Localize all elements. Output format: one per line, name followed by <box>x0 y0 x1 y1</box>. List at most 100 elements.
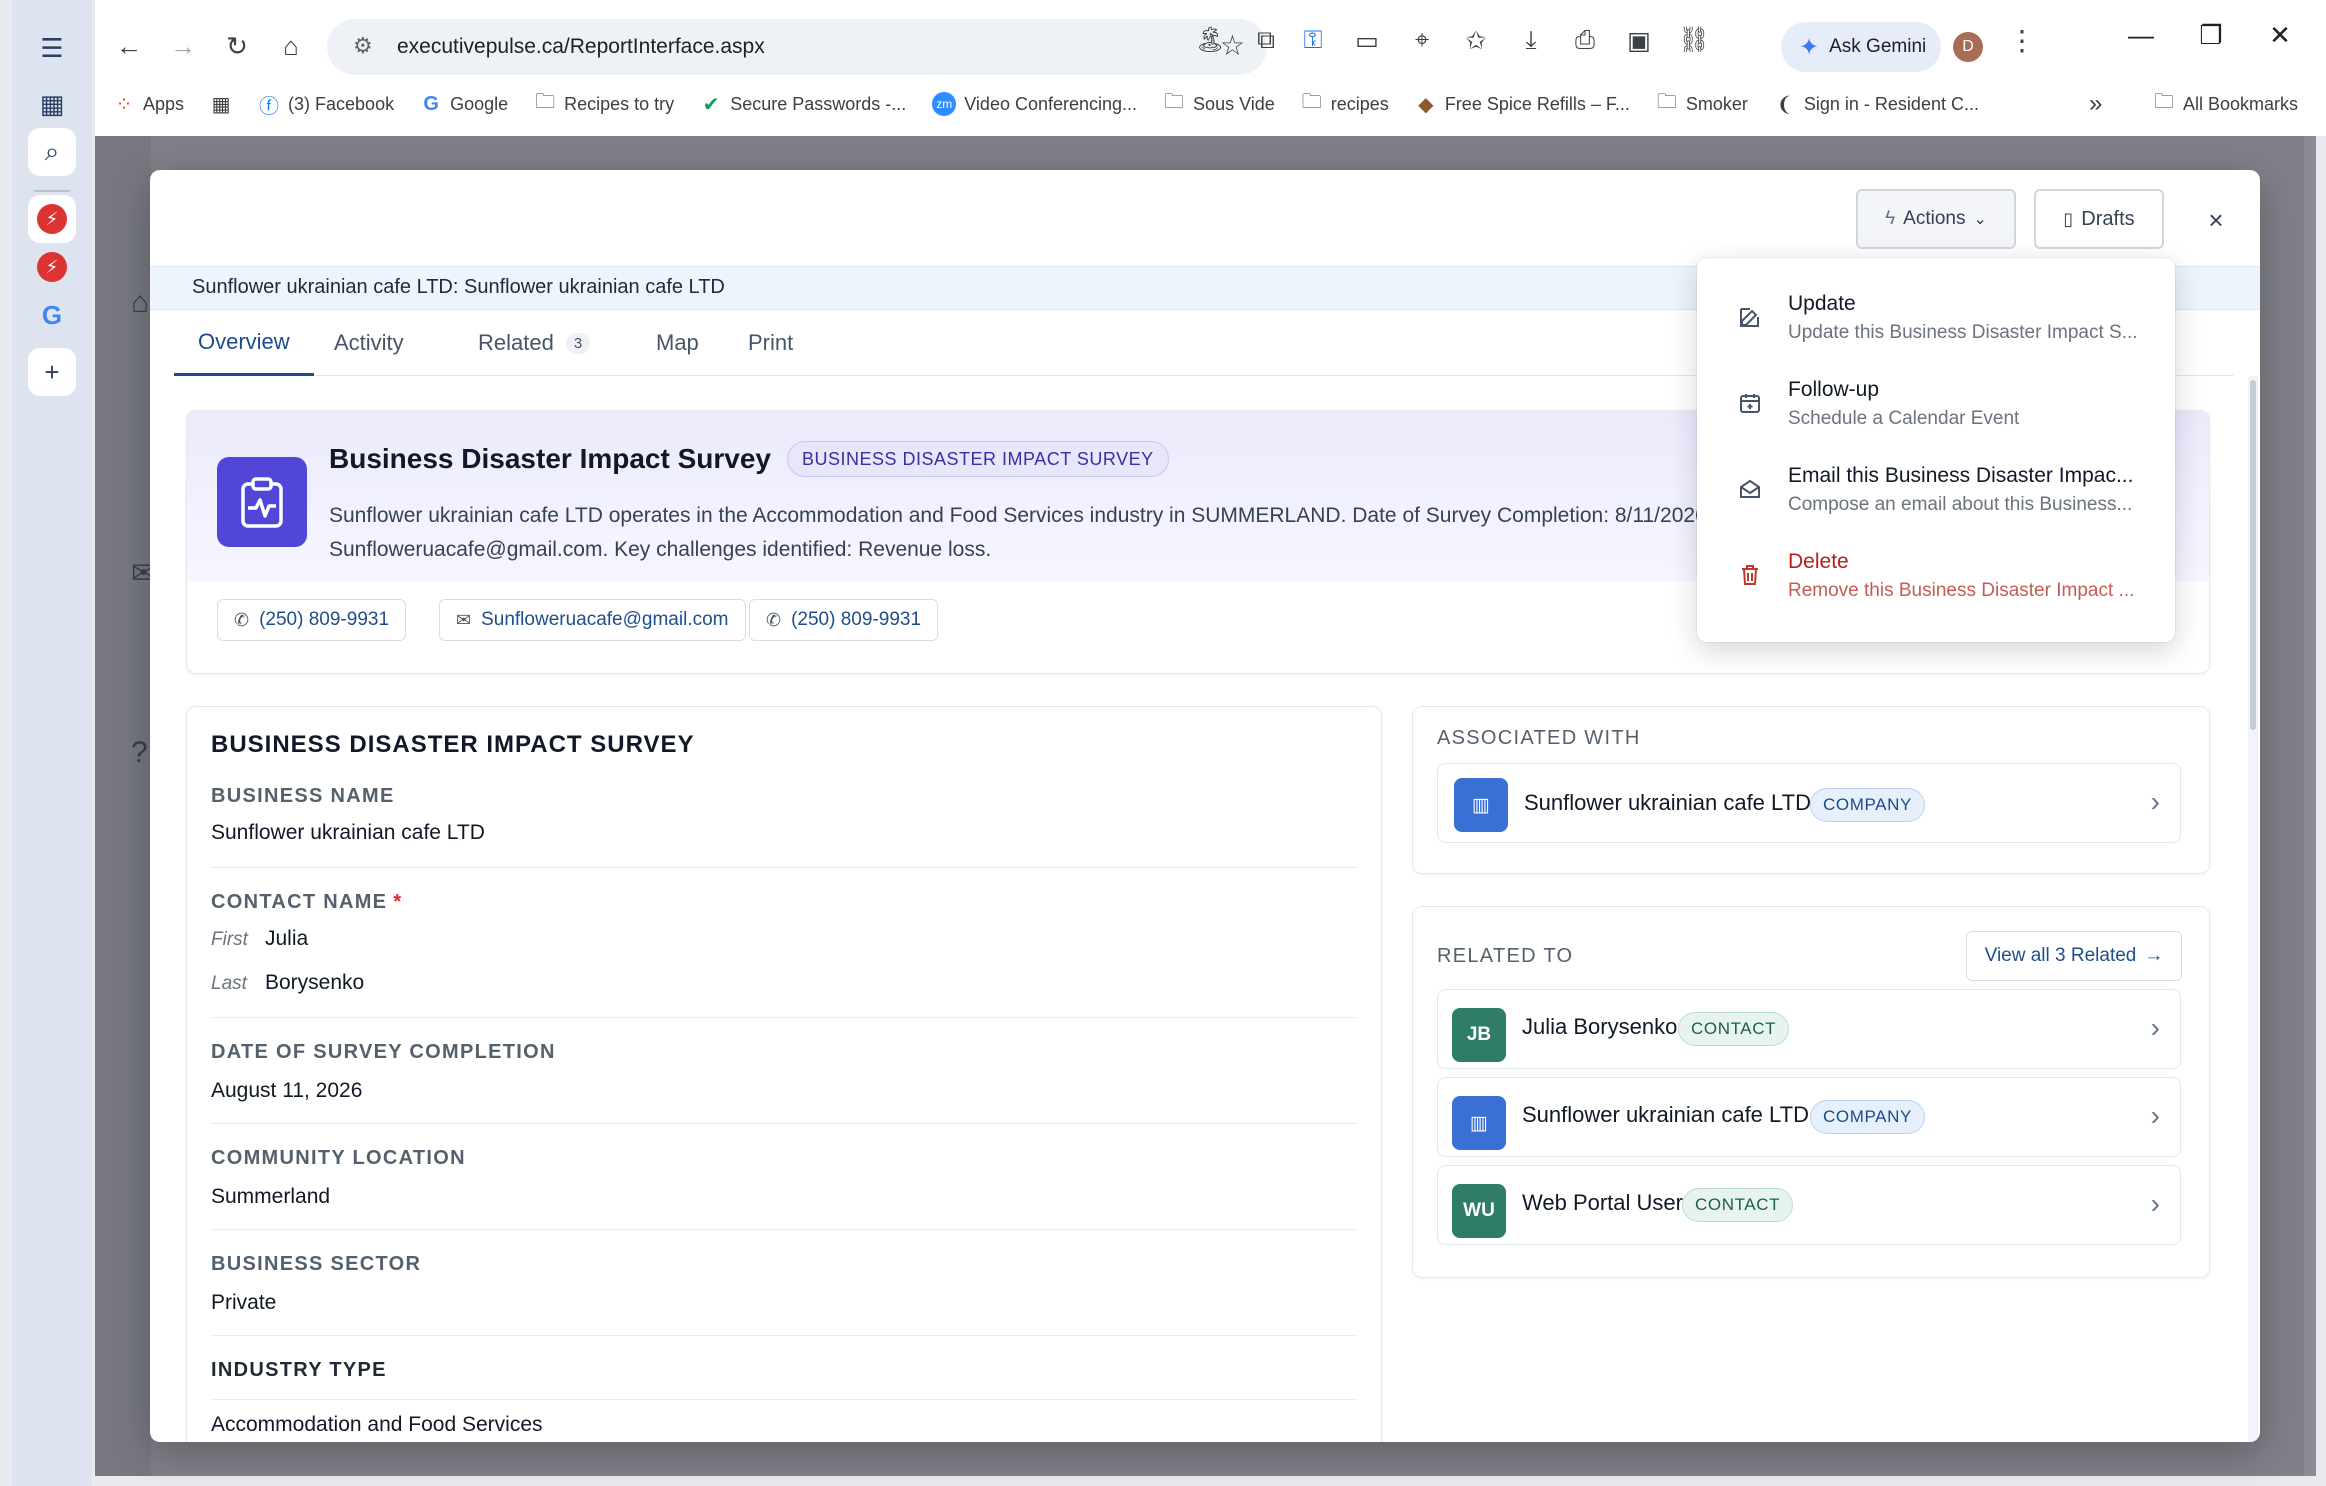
close-window-icon[interactable]: ✕ <box>2255 20 2305 51</box>
phone-chip[interactable]: ✆ (250) 809-9931 <box>217 599 407 641</box>
close-modal-icon[interactable]: × <box>2196 200 2236 240</box>
first-name-label: First <box>211 929 248 950</box>
link-icon[interactable]: ⛓ <box>1676 26 1712 55</box>
url-text[interactable]: executivepulse.ca/ReportInterface.aspx <box>397 35 765 59</box>
menu-item-title: Delete <box>1788 550 1849 573</box>
survey-description-line-1: Sunflower ukrainian cafe LTD operates in… <box>329 504 1713 527</box>
tab-related[interactable]: Related 3 <box>478 310 591 376</box>
zoom-icon: zm <box>932 92 957 116</box>
reading-list-icon[interactable]: ⌕ <box>28 128 76 176</box>
survey-details-heading: BUSINESS DISASTER IMPACT SURVEY <box>211 731 695 758</box>
gemini-label: Ask Gemini <box>1829 36 1927 57</box>
survey-description: Sunflower ukrainian cafe LTD operates in… <box>329 499 1729 567</box>
actions-button[interactable]: ϟ Actions ⌄ <box>1856 189 2016 249</box>
survey-title: Business Disaster Impact Survey <box>329 443 771 474</box>
related-row-sunflower-cafe[interactable]: ▥ Sunflower ukrainian cafe LTD COMPANY › <box>1437 1077 2181 1157</box>
qr-code-icon[interactable]: ▣ <box>1621 26 1657 56</box>
tab-map[interactable]: Map <box>656 310 699 376</box>
menu-item-desc: Update this Business Disaster Impact S..… <box>1788 322 2138 343</box>
trash-icon <box>1735 560 1765 590</box>
bookmark-apps[interactable]: ⁘ Apps <box>113 92 184 117</box>
bookmark-free-spice-refills[interactable]: ◆ Free Spice Refills – F... <box>1415 92 1630 117</box>
more-bookmarks-icon[interactable]: » <box>2089 90 2102 118</box>
app-help-icon: ? <box>131 736 148 769</box>
forward-icon[interactable]: → <box>161 24 205 68</box>
favorites-star-icon[interactable]: ✩ <box>1458 26 1494 56</box>
menu-item-desc: Compose an email about this Business... <box>1788 494 2133 515</box>
payment-card-icon[interactable]: ▭ <box>1349 26 1385 56</box>
associated-with-card: ASSOCIATED WITH ▥ Sunflower ukrainian ca… <box>1412 706 2210 874</box>
site-info-icon[interactable]: ⚙ <box>353 33 373 59</box>
bookmark-grid[interactable]: ▦ <box>210 92 232 117</box>
bookmark-sous-vide[interactable]: 🗀 Sous Vide <box>1163 87 1275 121</box>
related-name: Web Portal User <box>1522 1190 1683 1215</box>
side-panel-menu-icon[interactable]: ☰ <box>28 24 76 72</box>
chevron-right-icon: › <box>2150 1188 2160 1219</box>
location-pin-icon[interactable]: ⌖ <box>1404 26 1440 55</box>
tab-activity[interactable]: Activity <box>334 310 404 376</box>
minimize-icon[interactable]: — <box>2116 20 2166 51</box>
community-location-value: Summerland <box>211 1185 331 1208</box>
tab-print[interactable]: Print <box>748 310 793 376</box>
reload-icon[interactable]: ↻ <box>215 24 259 68</box>
grid-icon: ▦ <box>211 93 231 116</box>
address-bar[interactable]: ⚙ executivepulse.ca/ReportInterface.aspx… <box>327 19 1267 75</box>
bookmark-facebook[interactable]: ⓕ (3) Facebook <box>258 90 394 119</box>
modal-scrollbar-thumb[interactable] <box>2250 380 2256 730</box>
drafts-button[interactable]: ▯ Drafts <box>2034 189 2164 249</box>
related-count-badge: 3 <box>565 332 591 354</box>
bookmark-resident-sign-in[interactable]: ❨ Sign in - Resident C... <box>1774 92 1979 117</box>
bookmark-google[interactable]: G Google <box>420 93 508 116</box>
first-name-value: Julia <box>265 927 309 950</box>
related-row-julia-borysenko[interactable]: JB Julia Borysenko CONTACT › <box>1437 989 2181 1069</box>
chevron-right-icon: › <box>2150 1100 2160 1131</box>
browser-menu-icon[interactable]: ⋮ <box>2008 24 2036 57</box>
google-icon[interactable]: G <box>28 291 76 339</box>
pulse-app-icon-2[interactable]: ⚡ <box>28 243 76 291</box>
menu-item-delete[interactable]: Delete Remove this Business Disaster Imp… <box>1697 538 2175 624</box>
back-icon[interactable]: ← <box>107 24 151 68</box>
app-scrollbar <box>2304 136 2316 1476</box>
building-icon: ▥ <box>1454 778 1508 832</box>
add-app-icon[interactable]: + <box>28 348 76 396</box>
all-bookmarks[interactable]: 🗀 All Bookmarks <box>2153 87 2298 121</box>
print-icon[interactable]: ⎙ <box>1567 26 1603 55</box>
resident-icon: ❨ <box>1776 93 1794 116</box>
email-chip[interactable]: ✉ Sunfloweruacafe@gmail.com <box>439 599 746 641</box>
contact-tag: CONTACT <box>1682 1188 1794 1222</box>
download-icon[interactable]: ⤓ <box>1513 26 1549 55</box>
pulse-app-icon[interactable]: ⚡ <box>28 195 76 243</box>
contact-tag: CONTACT <box>1678 1012 1790 1046</box>
view-all-related-button[interactable]: View all 3 Related → <box>1966 931 2182 981</box>
survey-type-badge: BUSINESS DISASTER IMPACT SURVEY <box>787 441 1169 477</box>
bookmark-secure-passwords[interactable]: ✔ Secure Passwords -... <box>700 92 906 117</box>
phone-icon: ✆ <box>234 609 250 630</box>
restore-icon[interactable]: ❐ <box>2186 20 2236 51</box>
bookmark-recipes[interactable]: 🗀 recipes <box>1301 87 1389 121</box>
tab-overview[interactable]: Overview <box>174 310 314 376</box>
associated-company-row[interactable]: ▥ Sunflower ukrainian cafe LTD COMPANY › <box>1437 763 2181 843</box>
bookmark-recipes-to-try[interactable]: 🗀 Recipes to try <box>534 87 674 121</box>
divider <box>211 1017 1357 1018</box>
bookmark-video-conferencing[interactable]: zm Video Conferencing... <box>932 92 1137 116</box>
bookmark-smoker[interactable]: 🗀 Smoker <box>1656 87 1748 121</box>
building-icon: ▥ <box>1452 1096 1506 1150</box>
calendar-plus-icon <box>1735 388 1765 418</box>
extension-island-icon[interactable]: 🏝 <box>1192 26 1228 55</box>
home-icon[interactable]: ⌂ <box>269 24 313 68</box>
extensions-puzzle-icon[interactable]: ⧉ <box>1248 26 1284 55</box>
business-name-label: BUSINESS NAME <box>211 785 395 807</box>
menu-item-follow-up[interactable]: Follow-up Schedule a Calendar Event <box>1697 366 2175 452</box>
profile-avatar[interactable]: D <box>1953 32 1983 62</box>
menu-item-update[interactable]: Update Update this Business Disaster Imp… <box>1697 280 2175 366</box>
menu-item-email[interactable]: Email this Business Disaster Impac... Co… <box>1697 452 2175 538</box>
check-icon: ✔ <box>702 93 720 116</box>
business-sector-label: BUSINESS SECTOR <box>211 1253 422 1275</box>
mail-icon: ✉ <box>456 609 472 630</box>
tab-search-grid-icon[interactable]: ▦ <box>28 80 76 128</box>
related-row-web-portal-user[interactable]: WU Web Portal User CONTACT › <box>1437 1165 2181 1245</box>
ask-gemini-button[interactable]: ✦ Ask Gemini <box>1781 22 1941 72</box>
related-to-card: RELATED TO View all 3 Related → JB Julia … <box>1412 906 2210 1278</box>
phone-chip-2[interactable]: ✆ (250) 809-9931 <box>749 599 939 641</box>
password-key-icon[interactable]: ⚿ <box>1295 26 1331 55</box>
